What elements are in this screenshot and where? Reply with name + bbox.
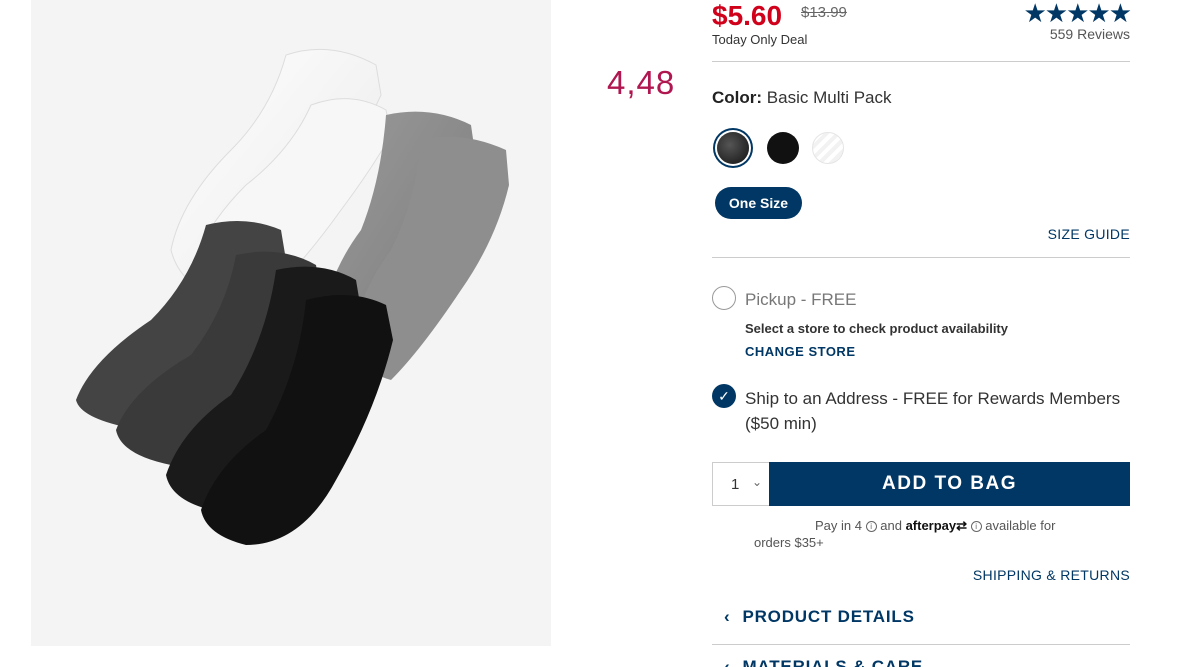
color-swatch-white[interactable] [812,132,844,164]
store-availability-message: Select a store to check product availabi… [745,321,1008,336]
converted-price: 4,48 [607,64,676,101]
color-swatch-black[interactable] [767,132,799,164]
ship-to-address-label[interactable]: Ship to an Address - FREE for Rewards Me… [745,386,1125,436]
check-icon: ✓ [718,388,730,404]
quantity-select[interactable]: 1 ⌄ [712,462,769,506]
product-image[interactable] [31,0,551,646]
divider [712,257,1130,258]
afterpay-message: Pay in 4 i and afterpay⇄ i available for… [754,517,1094,551]
color-value: Basic Multi Pack [766,88,892,107]
info-icon[interactable]: i [865,521,877,533]
materials-label: MATERIALS & CARE [742,657,924,667]
chevron-left-icon: ‹ [724,657,731,667]
ship-radio-checked[interactable]: ✓ [712,384,736,408]
size-guide-link[interactable]: SIZE GUIDE [1048,226,1130,242]
afterpay-and: and [880,518,902,533]
quantity-value: 1 [731,476,740,493]
add-to-bag-button[interactable]: ADD TO BAG [769,462,1130,506]
chevron-down-icon: ⌄ [752,475,763,489]
pickup-label[interactable]: Pickup - FREE [745,290,856,310]
divider [712,61,1130,62]
color-swatch-multi[interactable] [717,132,749,164]
product-details-toggle[interactable]: ‹ PRODUCT DETAILS [724,607,915,627]
color-selector-label: Color: Basic Multi Pack [712,88,891,108]
afterpay-loop-icon: ⇄ [956,518,968,533]
deal-label: Today Only Deal [712,32,808,47]
materials-care-toggle[interactable]: ‹ MATERIALS & CARE [724,657,923,667]
socks-illustration [76,48,509,545]
price-row: $5.60 $13.99 Today Only Deal ★★★★★ 559 R… [712,0,1132,60]
product-details-label: PRODUCT DETAILS [742,607,915,626]
change-store-link[interactable]: CHANGE STORE [745,344,856,359]
divider [712,644,1130,645]
size-option-one-size[interactable]: One Size [715,187,802,219]
rating-stars-icon[interactable]: ★★★★★ [1023,0,1132,26]
original-price: $13.99 [801,4,847,21]
afterpay-logo: afterpay [905,518,957,533]
afterpay-pre: Pay in 4 [815,518,862,533]
reviews-link[interactable]: 559 Reviews [1050,26,1130,42]
pickup-radio[interactable] [712,286,736,310]
color-label: Color: [712,88,763,107]
chevron-left-icon: ‹ [724,607,731,626]
info-icon[interactable]: i [970,521,982,533]
shipping-returns-link[interactable]: SHIPPING & RETURNS [973,567,1130,583]
current-price: $5.60 [712,0,783,31]
